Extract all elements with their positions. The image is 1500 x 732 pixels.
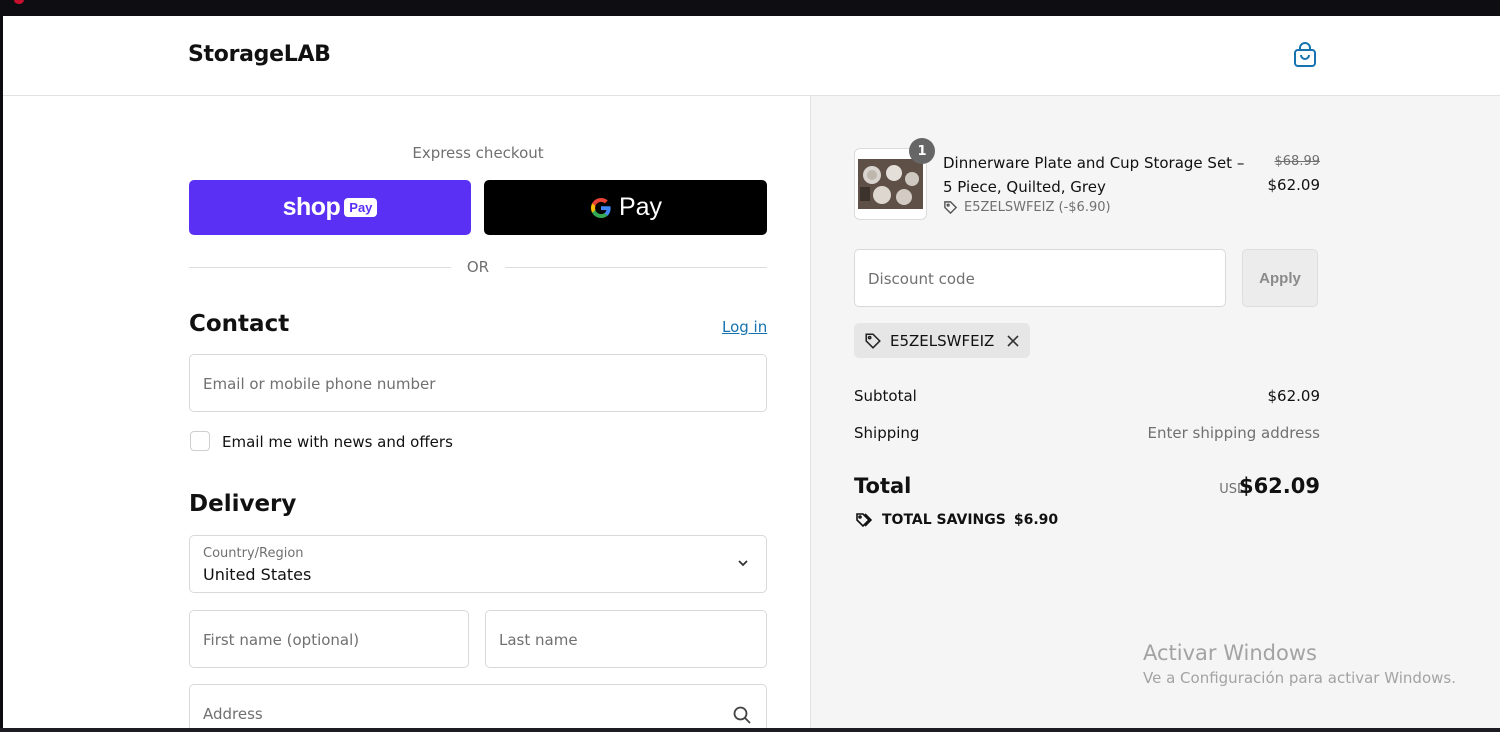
last-name-field[interactable]: Last name: [485, 610, 767, 668]
chevron-down-icon: [738, 560, 748, 567]
email-placeholder: Email or mobile phone number: [203, 375, 436, 393]
item-discount: E5ZELSWFEIZ (-$6.90): [943, 200, 1111, 215]
quantity-badge: 1: [909, 138, 935, 164]
google-pay-label: Pay: [618, 193, 663, 221]
express-checkout-label: Express checkout: [412, 144, 544, 162]
email-field[interactable]: Email or mobile phone number: [189, 354, 767, 412]
total-savings: TOTAL SAVINGS $6.90: [854, 511, 1058, 529]
or-divider: OR: [189, 256, 767, 278]
apply-discount-button[interactable]: Apply: [1242, 249, 1318, 307]
header: StorageLAB: [3, 16, 1500, 96]
delivery-title: Delivery: [189, 491, 297, 517]
shop-pay-badge: Pay: [344, 198, 378, 217]
original-price: $68.99: [1274, 154, 1321, 169]
watermark-line-2: Ve a Configuración para activar Windows.: [1143, 669, 1456, 687]
divider-line-right: [505, 267, 767, 268]
discounted-price: $62.09: [1267, 176, 1321, 194]
google-g-icon: [590, 197, 611, 218]
discount-code-field[interactable]: Discount code: [854, 249, 1226, 307]
address-placeholder: Address: [203, 705, 263, 723]
shipping-label: Shipping: [854, 424, 920, 442]
product-photo: [858, 159, 923, 209]
country-value: United States: [203, 565, 312, 584]
shopping-bag-icon[interactable]: [1293, 42, 1317, 68]
taskbar-edge: [0, 728, 1500, 732]
checkout-page: StorageLAB Express checkout shop Pay Pay…: [3, 16, 1500, 732]
savings-value: $6.90: [1013, 512, 1059, 528]
applied-code-text: E5ZELSWFEIZ: [890, 331, 995, 350]
savings-tag-icon: [856, 513, 873, 528]
newsletter-checkbox[interactable]: [190, 431, 210, 451]
applied-discount-chip: E5ZELSWFEIZ: [854, 323, 1031, 358]
watermark-line-1: Activar Windows: [1143, 641, 1317, 665]
log-in-link[interactable]: Log in: [722, 318, 767, 336]
order-summary: 1 Dinnerware Plate and Cup Storage Set –…: [810, 96, 1500, 732]
remove-discount-icon[interactable]: [1006, 334, 1020, 348]
total-label: Total: [854, 474, 912, 498]
shipping-value: Enter shipping address: [1147, 424, 1320, 442]
tag-icon: [944, 201, 958, 215]
country-select[interactable]: Country/Region United States: [189, 535, 767, 593]
browser-top-bar: [0, 0, 1500, 16]
total-value: $62.09: [1238, 474, 1320, 498]
windows-activation-watermark: Activar Windows Ve a Configuración para …: [1143, 641, 1456, 687]
first-name-placeholder: First name (optional): [203, 631, 360, 649]
newsletter-label: Email me with news and offers: [222, 433, 453, 451]
shop-pay-button[interactable]: shop Pay: [189, 180, 471, 235]
google-pay-button[interactable]: Pay: [484, 180, 767, 235]
item-discount-text: E5ZELSWFEIZ (-$6.90): [964, 200, 1111, 215]
product-photo-art: [858, 159, 923, 209]
subtotal-value: $62.09: [1267, 387, 1321, 405]
brand-logo[interactable]: StorageLAB: [188, 42, 331, 67]
checkout-form: Express checkout shop Pay Pay OR Contact…: [3, 96, 810, 732]
product-title: Dinnerware Plate and Cup Storage Set – 5…: [943, 154, 1245, 196]
search-icon: [733, 706, 751, 724]
address-field[interactable]: Address: [189, 684, 767, 732]
contact-title: Contact: [189, 311, 290, 337]
country-label: Country/Region: [203, 546, 304, 561]
savings-label: TOTAL SAVINGS: [882, 512, 1006, 528]
first-name-field[interactable]: First name (optional): [189, 610, 469, 668]
last-name-placeholder: Last name: [499, 631, 578, 649]
browser-indicator: [14, 0, 24, 4]
shop-pay-wordmark: shop: [282, 193, 341, 221]
discount-code-placeholder: Discount code: [868, 270, 975, 288]
subtotal-label: Subtotal: [854, 387, 917, 405]
tag-icon: [865, 332, 881, 349]
